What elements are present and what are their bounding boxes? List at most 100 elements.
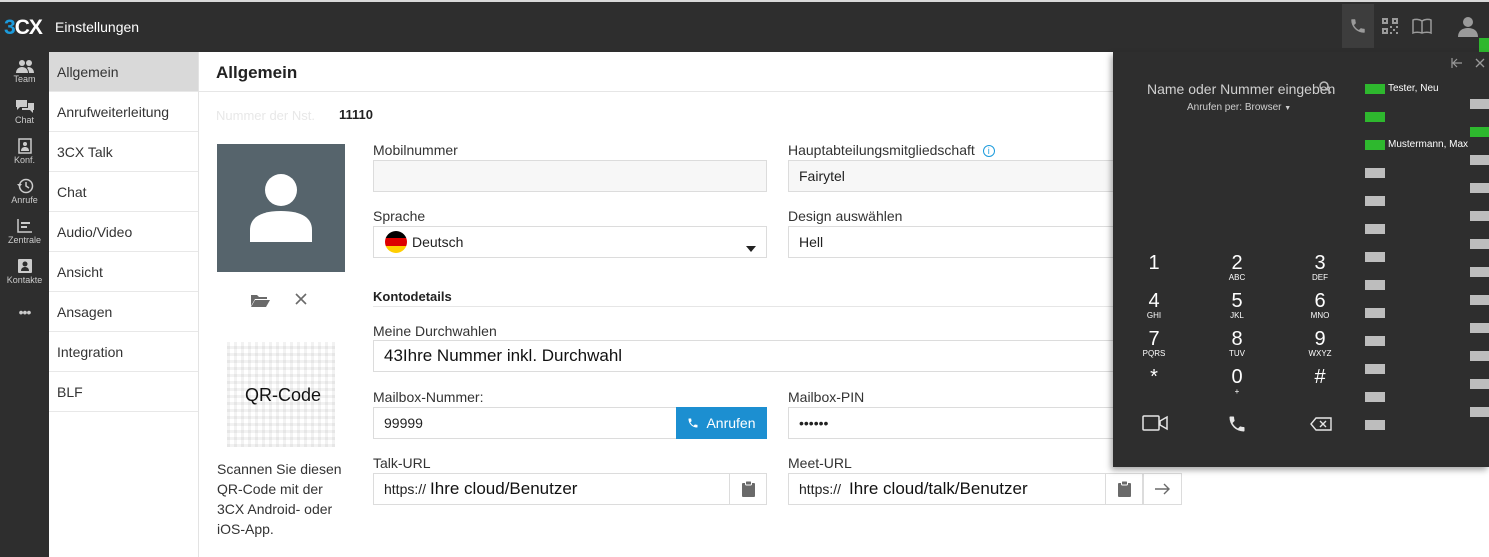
submenu-item-integration[interactable]: Integration bbox=[49, 332, 198, 372]
key-9[interactable]: 9 WXYZ bbox=[1298, 329, 1342, 365]
call-icon[interactable] bbox=[1227, 414, 1247, 437]
blf-indicator[interactable] bbox=[1470, 99, 1489, 109]
phone-icon[interactable] bbox=[1342, 4, 1374, 48]
more-icon[interactable]: ••• bbox=[0, 304, 49, 320]
clipboard-icon[interactable] bbox=[1105, 473, 1143, 505]
submenu-item-3cx-talk[interactable]: 3CX Talk bbox=[49, 132, 198, 172]
key-6[interactable]: 6 MNO bbox=[1298, 291, 1342, 327]
dids-label: Meine Durchwahlen bbox=[373, 323, 497, 339]
blf-indicator[interactable] bbox=[1470, 379, 1489, 389]
dids-field: 43Ihre Nummer inkl. Durchwahl bbox=[373, 340, 1114, 372]
key-5[interactable]: 5 JKL bbox=[1215, 291, 1259, 327]
switchboard-icon bbox=[16, 219, 32, 233]
talk-url-field: https://Ihre cloud/Benutzer bbox=[373, 473, 730, 505]
page-title: Allgemein bbox=[216, 63, 298, 82]
top-bar: 3CX Einstellungen bbox=[0, 0, 1489, 52]
nav-calls[interactable]: Anrufe bbox=[0, 178, 49, 205]
pin-field[interactable]: •••••• bbox=[788, 407, 1114, 439]
qr-code: QR-Code bbox=[227, 342, 335, 447]
blf-indicator[interactable] bbox=[1470, 183, 1489, 193]
blf-indicator[interactable] bbox=[1470, 295, 1489, 305]
info-icon[interactable]: i bbox=[982, 145, 995, 157]
folder-open-icon[interactable] bbox=[250, 292, 270, 311]
blf-indicator[interactable] bbox=[1470, 267, 1489, 277]
design-select[interactable]: Hell bbox=[788, 226, 1114, 258]
divider bbox=[199, 91, 1113, 92]
submenu-item-ansicht[interactable]: Ansicht bbox=[49, 252, 198, 292]
nav-chat[interactable]: Chat bbox=[0, 99, 49, 125]
mobile-label: Mobilnummer bbox=[373, 142, 458, 158]
department-field: Fairytel bbox=[788, 160, 1114, 192]
key-hash[interactable]: # bbox=[1298, 367, 1342, 403]
call-via-select[interactable]: Anrufen per: Browser ▼ bbox=[1187, 102, 1291, 113]
pin-label: Mailbox-PIN bbox=[788, 389, 865, 405]
chevron-down-icon bbox=[746, 239, 756, 255]
app-title: Einstellungen bbox=[55, 19, 140, 35]
backspace-icon[interactable] bbox=[1310, 417, 1332, 434]
key-7[interactable]: 7 PQRS bbox=[1132, 329, 1176, 365]
blf-indicator[interactable] bbox=[1470, 155, 1489, 165]
key-8[interactable]: 8 TUV bbox=[1215, 329, 1259, 365]
search-icon[interactable] bbox=[1319, 81, 1332, 97]
account-details-heading: Kontodetails bbox=[373, 289, 452, 304]
language-label: Sprache bbox=[373, 208, 426, 224]
qr-code-icon[interactable] bbox=[1374, 4, 1406, 48]
chat-icon bbox=[15, 100, 34, 113]
close-icon[interactable] bbox=[294, 292, 308, 309]
nav-switchboard[interactable]: Zentrale bbox=[0, 218, 49, 245]
submenu-item-audio-video[interactable]: Audio/Video bbox=[49, 212, 198, 252]
blf-indicator[interactable] bbox=[1470, 351, 1489, 361]
submenu-item-blf[interactable]: BLF bbox=[49, 372, 198, 412]
nav-conference[interactable]: Konf. bbox=[0, 138, 49, 165]
user-silhouette-icon bbox=[250, 174, 312, 242]
collapse-panel-icon[interactable] bbox=[1451, 57, 1463, 71]
department-label: Hauptabteilungsmitgliedschaft i bbox=[788, 142, 995, 158]
blf-indicator[interactable] bbox=[1470, 323, 1489, 333]
3cx-logo: 3CX bbox=[4, 16, 43, 39]
key-0[interactable]: 0 + bbox=[1215, 367, 1259, 403]
clipboard-icon[interactable] bbox=[729, 473, 767, 505]
key-2[interactable]: 2 ABC bbox=[1215, 253, 1259, 289]
submenu-item-anrufweiterleitung[interactable]: Anrufweiterleitung bbox=[49, 92, 198, 132]
mobile-field[interactable] bbox=[373, 160, 767, 192]
submenu-item-ansagen[interactable]: Ansagen bbox=[49, 292, 198, 332]
key-star[interactable]: * bbox=[1132, 367, 1176, 403]
key-3[interactable]: 3 DEF bbox=[1298, 253, 1342, 289]
dialer-search-input[interactable] bbox=[1147, 79, 1347, 99]
arrow-right-icon[interactable] bbox=[1143, 473, 1182, 505]
dialer-panel: Anrufen per: Browser ▼ 1 2ABC 3DEF 4GHI … bbox=[1113, 52, 1489, 467]
contacts-icon bbox=[17, 259, 32, 273]
phonebook-icon[interactable] bbox=[1406, 4, 1438, 48]
key-4[interactable]: 4 GHI bbox=[1132, 291, 1176, 327]
blf-indicator[interactable] bbox=[1470, 239, 1489, 249]
status-indicator bbox=[1479, 38, 1489, 52]
extension-number: 11110 bbox=[339, 107, 373, 122]
divider bbox=[373, 306, 1113, 307]
german-flag-icon bbox=[385, 231, 407, 253]
extension-label: Nummer der Nst. bbox=[216, 108, 315, 123]
blf-indicator[interactable] bbox=[1470, 127, 1489, 137]
nav-contacts[interactable]: Kontakte bbox=[0, 258, 49, 285]
close-icon[interactable] bbox=[1475, 57, 1485, 71]
left-nav: Team Chat Konf. Anrufe Zentrale Kontakte… bbox=[0, 52, 49, 557]
design-label: Design auswählen bbox=[788, 208, 903, 224]
submenu-item-allgemein[interactable]: Allgemein bbox=[49, 52, 198, 92]
qr-code-description: Scannen Sie diesen QR-Code mit der 3CX A… bbox=[217, 461, 342, 537]
mailbox-label: Mailbox-Nummer: bbox=[373, 389, 484, 405]
blf-indicator[interactable] bbox=[1470, 211, 1489, 221]
call-button[interactable]: Anrufen bbox=[676, 407, 767, 439]
history-icon bbox=[16, 178, 33, 194]
language-select[interactable]: Deutsch bbox=[373, 226, 767, 258]
blf-indicator[interactable] bbox=[1470, 407, 1489, 417]
meet-url-field: https://Ihre cloud/talk/Benutzer bbox=[788, 473, 1106, 505]
conference-icon bbox=[17, 138, 32, 154]
video-call-icon[interactable] bbox=[1142, 414, 1168, 435]
team-icon bbox=[15, 60, 34, 73]
nav-team[interactable]: Team bbox=[0, 59, 49, 84]
meet-url-label: Meet-URL bbox=[788, 455, 852, 471]
submenu-item-chat[interactable]: Chat bbox=[49, 172, 198, 212]
avatar[interactable] bbox=[217, 144, 345, 272]
settings-submenu: Allgemein Anrufweiterleitung 3CX Talk Ch… bbox=[49, 52, 199, 557]
key-1[interactable]: 1 bbox=[1132, 253, 1176, 289]
mailbox-field[interactable]: 99999 bbox=[373, 407, 677, 439]
